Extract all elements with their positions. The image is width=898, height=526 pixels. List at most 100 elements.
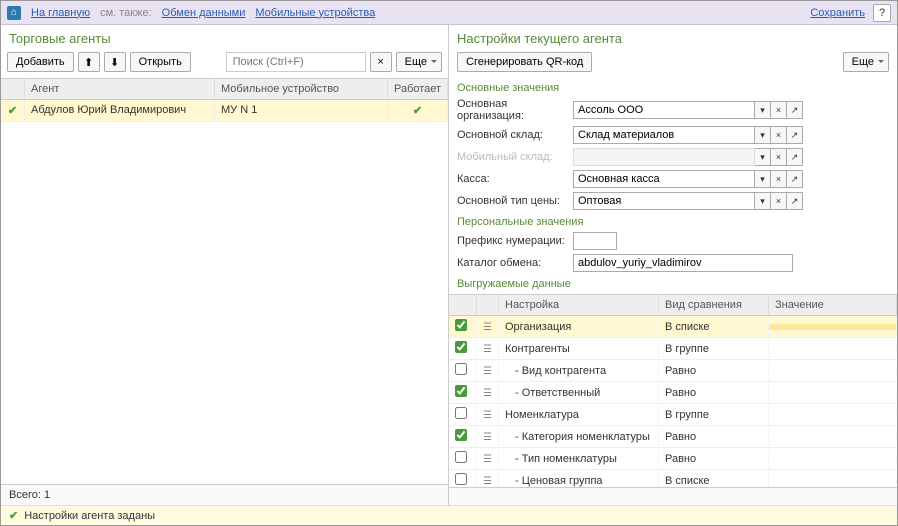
section-export: Выгружаемые данные — [449, 274, 897, 292]
cash-label: Касса: — [457, 173, 569, 185]
export-checkbox[interactable] — [455, 451, 467, 463]
org-dropdown-button[interactable]: ▾ — [755, 101, 771, 119]
export-val[interactable] — [769, 324, 897, 330]
prefix-input[interactable] — [573, 232, 617, 250]
warehouse-label: Основной склад: — [457, 129, 569, 141]
warehouse-clear-button[interactable]: × — [771, 126, 787, 144]
agents-grid-body[interactable]: ✔Абдулов Юрий ВладимировичМУ N 1✔ — [1, 100, 448, 484]
filter-icon: ☰ — [483, 344, 492, 355]
home-icon: ⌂ — [7, 6, 21, 20]
warehouse-open-button[interactable]: ↗ — [787, 126, 803, 144]
org-input[interactable] — [573, 101, 755, 119]
export-val[interactable] — [769, 346, 897, 352]
home-link[interactable]: На главную — [31, 7, 90, 19]
export-checkbox[interactable] — [455, 407, 467, 419]
exchange-link[interactable]: Обмен данными — [162, 7, 246, 19]
more-button-right[interactable]: Еще — [843, 52, 889, 72]
export-setting: Организация — [499, 318, 659, 336]
see-also-label: см. также: — [100, 7, 152, 19]
export-val[interactable] — [769, 478, 897, 484]
export-checkbox[interactable] — [455, 319, 467, 331]
table-row[interactable]: ✔Абдулов Юрий ВладимировичМУ N 1✔ — [1, 100, 448, 122]
export-checkbox[interactable] — [455, 429, 467, 441]
filter-icon: ☰ — [483, 476, 492, 487]
mobile-wh-dropdown-button: ▾ — [755, 148, 771, 166]
cash-input[interactable] — [573, 170, 755, 188]
cash-dropdown-button[interactable]: ▾ — [755, 170, 771, 188]
col-cmp[interactable]: Вид сравнения — [659, 295, 769, 315]
agents-pane: Торговые агенты Добавить ⬆ ⬇ Открыть × Е… — [1, 25, 449, 505]
add-button[interactable]: Добавить — [7, 52, 74, 72]
export-grid-body[interactable]: ☰ОрганизацияВ списке☰КонтрагентыВ группе… — [449, 316, 897, 487]
mobile-wh-input — [573, 148, 755, 166]
open-button[interactable]: Открыть — [130, 52, 191, 72]
price-input[interactable] — [573, 192, 755, 210]
export-setting: - Вид контрагента — [499, 362, 659, 380]
warehouse-dropdown-button[interactable]: ▾ — [755, 126, 771, 144]
org-open-button[interactable]: ↗ — [787, 101, 803, 119]
export-row[interactable]: ☰НоменклатураВ группе — [449, 404, 897, 426]
org-clear-button[interactable]: × — [771, 101, 787, 119]
device-cell: МУ N 1 — [215, 100, 388, 121]
export-setting: Номенклатура — [499, 406, 659, 424]
works-check-icon: ✔ — [413, 105, 422, 117]
org-label: Основная организация: — [457, 98, 569, 122]
export-row[interactable]: ☰- Тип номенклатурыРавно — [449, 448, 897, 470]
export-cmp: Равно — [659, 384, 769, 402]
export-row[interactable]: ☰ОрганизацияВ списке — [449, 316, 897, 338]
export-cmp: Равно — [659, 428, 769, 446]
export-checkbox[interactable] — [455, 385, 467, 397]
filter-icon: ☰ — [483, 366, 492, 377]
price-open-button[interactable]: ↗ — [787, 192, 803, 210]
filter-icon: ☰ — [483, 432, 492, 443]
export-checkbox[interactable] — [455, 341, 467, 353]
export-val[interactable] — [769, 434, 897, 440]
section-personal: Персональные значения — [449, 212, 897, 230]
export-row[interactable]: ☰ - Категория номенклатурыРавно — [449, 426, 897, 448]
col-setting[interactable]: Настройка — [499, 295, 659, 315]
settings-footer — [449, 487, 897, 505]
search-input[interactable] — [226, 52, 366, 72]
qr-button[interactable]: Сгенерировать QR-код — [457, 52, 592, 72]
row-check-icon: ✔ — [8, 105, 17, 117]
export-val[interactable] — [769, 456, 897, 462]
export-setting: - Категория номенклатуры — [499, 428, 659, 446]
col-val[interactable]: Значение — [769, 295, 897, 315]
settings-title: Настройки текущего агента — [449, 25, 897, 50]
cash-open-button[interactable]: ↗ — [787, 170, 803, 188]
save-link[interactable]: Сохранить — [810, 7, 865, 19]
status-text: Настройки агента заданы — [24, 510, 155, 522]
price-dropdown-button[interactable]: ▾ — [755, 192, 771, 210]
col-works[interactable]: Работает — [388, 79, 448, 99]
mobile-wh-label: Мобильный склад: — [457, 151, 569, 163]
export-checkbox[interactable] — [455, 473, 467, 485]
warehouse-input[interactable] — [573, 126, 755, 144]
filter-icon: ☰ — [483, 388, 492, 399]
col-device[interactable]: Мобильное устройство — [215, 79, 388, 99]
cash-clear-button[interactable]: × — [771, 170, 787, 188]
export-setting: - Ценовая группа — [499, 472, 659, 488]
export-checkbox[interactable] — [455, 363, 467, 375]
topbar: ⌂ На главную см. также: Обмен данными Мо… — [1, 1, 897, 25]
export-val[interactable] — [769, 390, 897, 396]
help-button[interactable]: ? — [873, 4, 891, 22]
catalog-label: Каталог обмена: — [457, 257, 569, 269]
export-row[interactable]: ☰- Вид контрагентаРавно — [449, 360, 897, 382]
more-button-left[interactable]: Еще — [396, 52, 442, 72]
export-row[interactable]: ☰КонтрагентыВ группе — [449, 338, 897, 360]
export-row[interactable]: ☰- Ценовая группаВ списке — [449, 470, 897, 487]
export-val[interactable] — [769, 368, 897, 374]
price-clear-button[interactable]: × — [771, 192, 787, 210]
status-check-icon: ✔ — [9, 509, 18, 522]
mobile-link[interactable]: Мобильные устройства — [255, 7, 375, 19]
prefix-label: Префикс нумерации: — [457, 235, 569, 247]
catalog-input[interactable] — [573, 254, 793, 272]
search-clear-button[interactable]: × — [370, 52, 392, 72]
export-val[interactable] — [769, 412, 897, 418]
filter-icon: ☰ — [483, 410, 492, 421]
export-cmp: В списке — [659, 318, 769, 336]
export-row[interactable]: ☰- ОтветственныйРавно — [449, 382, 897, 404]
col-agent[interactable]: Агент — [25, 79, 215, 99]
move-down-button[interactable]: ⬇ — [104, 52, 126, 72]
move-up-button[interactable]: ⬆ — [78, 52, 100, 72]
